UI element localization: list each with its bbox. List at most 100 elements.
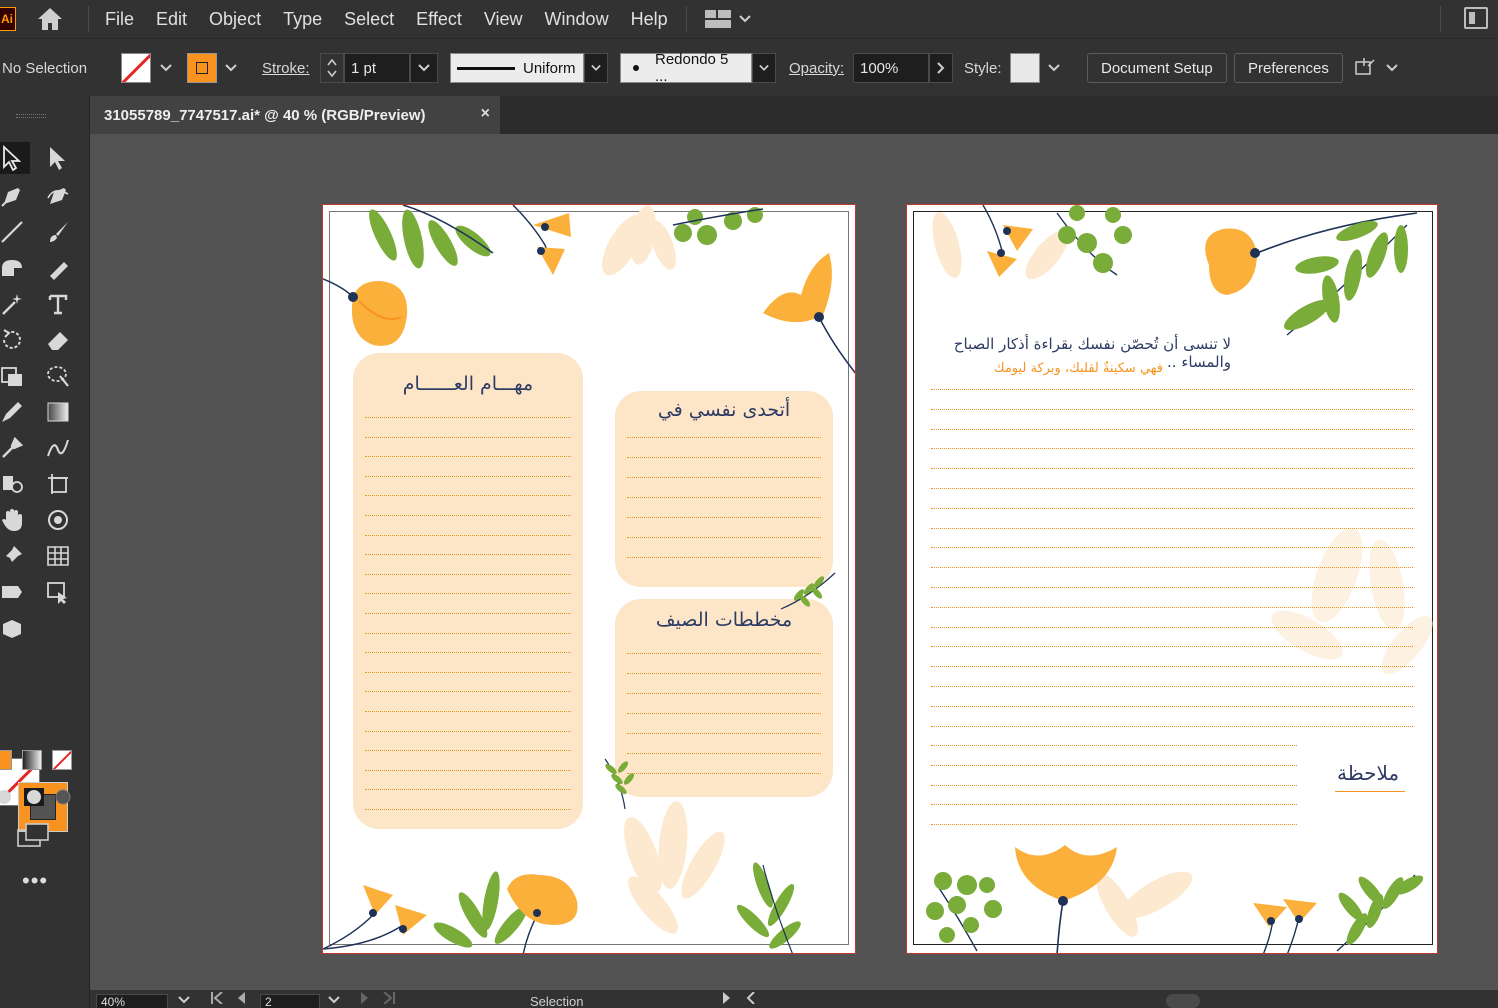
close-icon[interactable]: × [481, 105, 490, 123]
more-tools-icon[interactable]: ••• [22, 868, 48, 894]
warp-tool-icon[interactable] [40, 360, 76, 392]
opacity-expand[interactable] [929, 53, 953, 83]
fill-swatch[interactable] [121, 39, 151, 97]
fill-dropdown[interactable] [155, 39, 177, 97]
dotted-line [365, 495, 571, 497]
artboard-tool-icon[interactable] [40, 468, 76, 500]
menu-object[interactable]: Object [198, 0, 272, 38]
style-picker[interactable] [1010, 39, 1068, 97]
free-transform-tool-icon[interactable] [0, 360, 30, 392]
pin-tool-icon[interactable] [0, 540, 30, 572]
dotted-line [365, 593, 571, 595]
opacity-input[interactable]: 100% [853, 53, 929, 83]
grid-tool-icon[interactable] [40, 540, 76, 572]
chevron-right-icon [937, 62, 945, 74]
first-artboard-icon[interactable] [210, 991, 224, 1007]
divider [1440, 6, 1441, 32]
draw-inside-icon[interactable] [52, 786, 74, 808]
stroke-weight-stepper[interactable]: 1 pt [320, 39, 438, 97]
shape-builder-tool-icon[interactable] [40, 576, 76, 608]
paintbrush-tool-icon[interactable] [40, 216, 76, 248]
stroke-profile-select[interactable]: Uniform [450, 39, 608, 97]
artboard-left[interactable]: مهـــام العــــــام أتحدى نفسي في مخططات… [322, 204, 856, 954]
document-tab[interactable]: 31055789_7747517.ai* @ 40 % (RGB/Preview… [90, 96, 500, 134]
menu-window[interactable]: Window [534, 0, 620, 38]
arrange-menu[interactable] [1354, 39, 1398, 97]
stroke-weight-input[interactable]: 1 pt [344, 53, 410, 83]
screen-mode-icon[interactable] [16, 822, 50, 848]
style-swatch [1010, 53, 1040, 83]
blend-tool-icon[interactable] [40, 432, 76, 464]
chevron-down-icon [591, 64, 601, 71]
symbol-sprayer-tool-icon[interactable] [0, 468, 30, 500]
menu-effect[interactable]: Effect [405, 0, 473, 38]
scroll-left-icon[interactable] [746, 991, 756, 1007]
perspective-tool-icon[interactable] [0, 612, 30, 644]
dotted-line [627, 477, 821, 478]
preferences-button[interactable]: Preferences [1234, 53, 1343, 83]
opacity-field[interactable]: 100% [853, 39, 953, 97]
curvature-tool-icon[interactable] [40, 180, 76, 212]
opacity-label[interactable]: Opacity: [789, 39, 844, 97]
dotted-line [931, 606, 1413, 608]
eraser-block-tool-icon[interactable] [40, 324, 76, 356]
document-tab-title: 31055789_7747517.ai* @ 40 % (RGB/Preview… [104, 106, 426, 124]
last-artboard-icon[interactable] [382, 991, 396, 1007]
pen-tool-icon[interactable] [0, 180, 30, 212]
dotted-line [931, 428, 1413, 430]
previous-artboard-icon[interactable] [236, 992, 246, 1007]
artboard-number-field[interactable]: 2 [260, 994, 320, 1008]
stroke-label[interactable]: Stroke: [262, 39, 310, 97]
artboard-dropdown[interactable] [328, 992, 340, 1007]
document-setup-button[interactable]: Document Setup [1087, 53, 1227, 83]
horizontal-scrollbar-thumb[interactable] [1166, 994, 1200, 1008]
divider [88, 6, 89, 32]
menu-view[interactable]: View [473, 0, 534, 38]
gradient-tool-icon[interactable] [40, 396, 76, 428]
line-tool-icon[interactable] [0, 216, 30, 248]
none-mode-icon[interactable] [52, 750, 72, 770]
menu-type[interactable]: Type [272, 0, 333, 38]
brush-select[interactable]: Redondo 5 ... [620, 39, 776, 97]
slice-tool-icon[interactable] [0, 576, 30, 608]
stroke-dropdown[interactable] [220, 39, 242, 97]
stroke-weight-dropdown[interactable] [410, 53, 438, 83]
zoom-field[interactable]: 40% [96, 994, 168, 1008]
color-mode-icon[interactable] [0, 750, 12, 770]
selection-tool-icon[interactable] [0, 142, 30, 174]
menu-help[interactable]: Help [620, 0, 679, 38]
zoom-dropdown[interactable] [178, 992, 190, 1007]
draw-behind-icon[interactable] [22, 786, 46, 808]
panel-toggle-icon[interactable] [1464, 7, 1488, 29]
home-icon[interactable] [34, 5, 66, 33]
rotate-tool-icon[interactable] [0, 324, 30, 356]
pencil-tool-icon[interactable] [0, 396, 30, 428]
menu-edit[interactable]: Edit [145, 0, 198, 38]
canvas[interactable]: مهـــام العــــــام أتحدى نفسي في مخططات… [90, 134, 1498, 990]
magic-wand-tool-icon[interactable] [0, 288, 30, 320]
dotted-line [931, 725, 1413, 727]
panel-grip[interactable] [16, 114, 46, 118]
draw-normal-icon[interactable] [0, 786, 14, 808]
dotted-line [931, 764, 1297, 766]
note-label: ملاحظة [1337, 761, 1400, 785]
workspace-switcher[interactable] [704, 10, 751, 28]
gradient-mode-icon[interactable] [22, 750, 42, 770]
status-menu-icon[interactable] [722, 992, 732, 1007]
eraser-tool-icon[interactable] [40, 252, 76, 284]
menu-file[interactable]: File [94, 0, 145, 38]
next-artboard-icon[interactable] [360, 992, 370, 1007]
dotted-line [627, 713, 821, 714]
artboard-right[interactable]: لا تنسى أن تُحصّن نفسك بقراءة أذكار الصب… [906, 204, 1438, 954]
shaper-tool-icon[interactable] [0, 252, 30, 284]
chevron-down-icon [328, 996, 340, 1004]
hand-tool-icon[interactable] [0, 504, 30, 536]
direct-selection-tool-icon[interactable] [40, 142, 76, 174]
stroke-swatch[interactable] [187, 39, 217, 97]
tools-panel: ••• [0, 96, 90, 1008]
menu-select[interactable]: Select [333, 0, 405, 38]
type-tool-icon[interactable] [40, 288, 76, 320]
eyedropper-tool-icon[interactable] [0, 432, 30, 464]
zoom-sphere-tool-icon[interactable] [40, 504, 76, 536]
divider [686, 6, 687, 32]
